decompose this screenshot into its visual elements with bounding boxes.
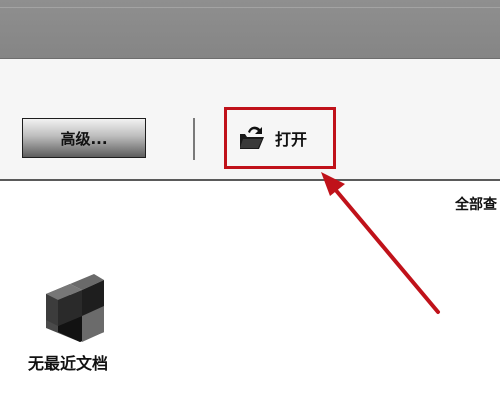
document-3d-icon <box>46 274 104 342</box>
window-title-bar <box>0 0 500 59</box>
no-recent-documents-label: 无最近文档 <box>28 354 109 373</box>
open-folder-icon <box>240 126 264 149</box>
title-bar-line <box>0 7 500 8</box>
toolbar-divider <box>0 179 500 181</box>
open-button[interactable]: 打开 <box>237 120 307 156</box>
advanced-button[interactable]: 高级... <box>22 118 146 158</box>
open-button-label: 打开 <box>275 130 308 149</box>
advanced-button-label: 高级... <box>60 129 108 148</box>
view-all-link[interactable]: 全部查 <box>455 194 497 214</box>
toolbar-separator <box>193 118 195 160</box>
